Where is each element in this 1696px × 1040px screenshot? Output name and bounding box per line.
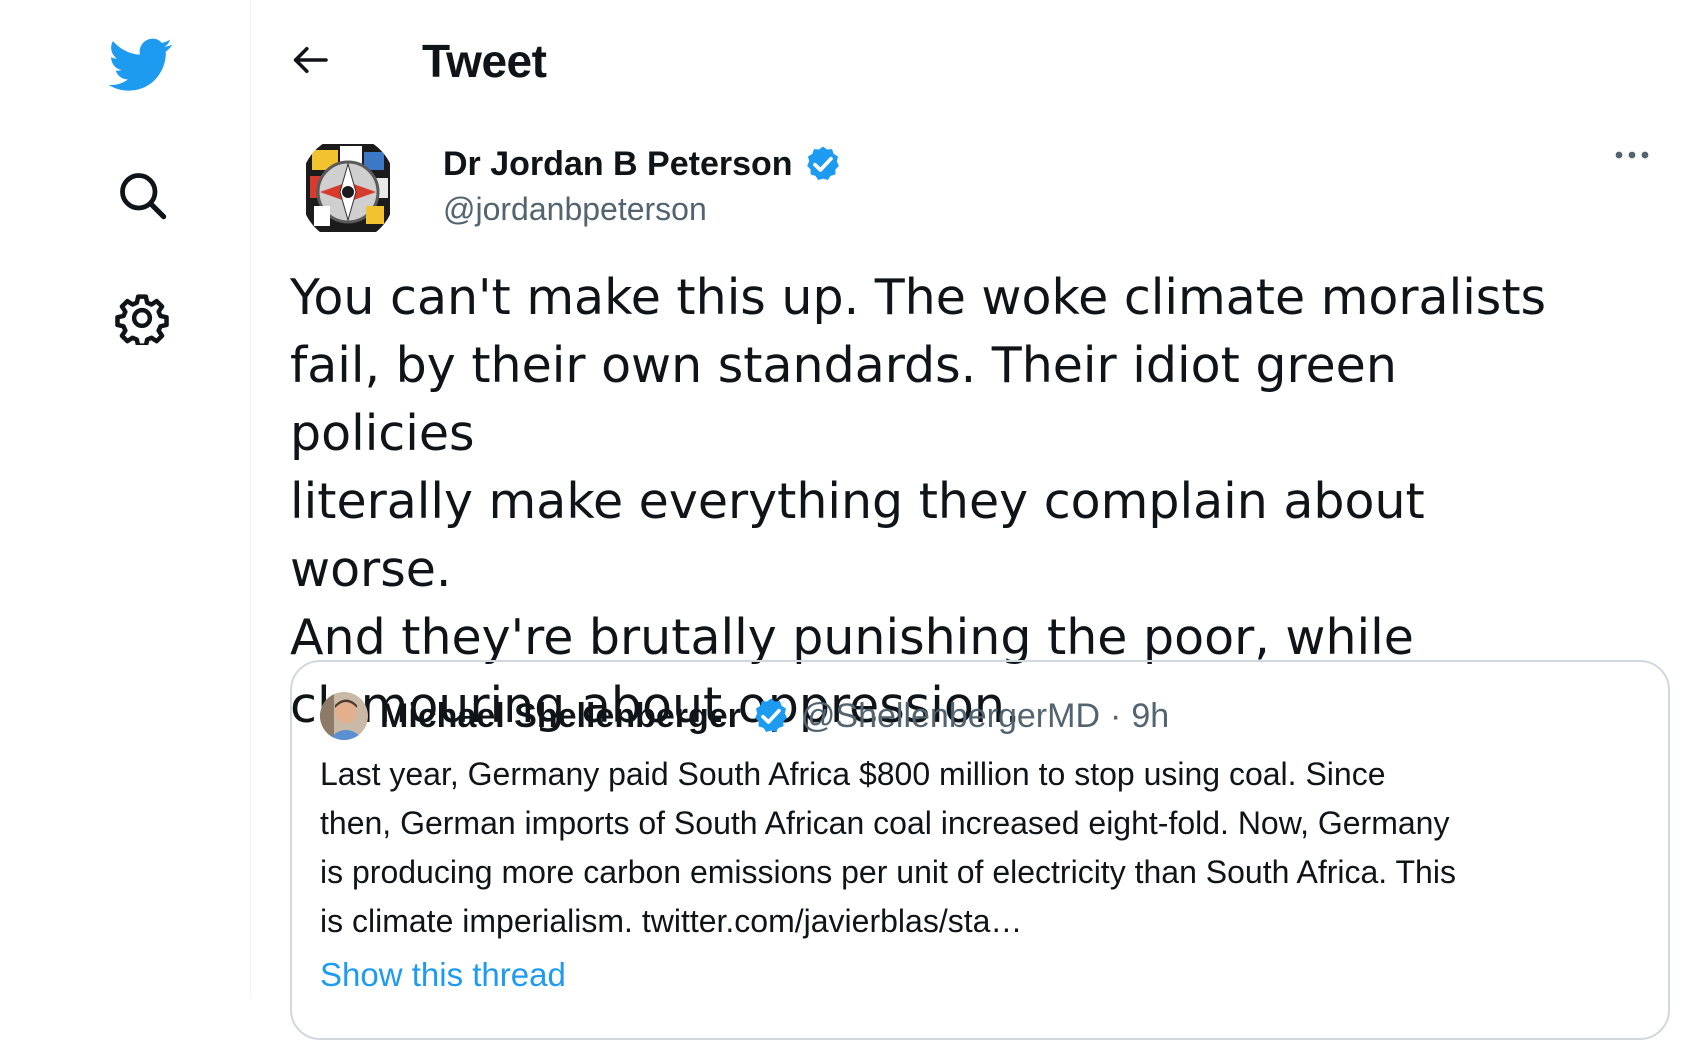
quote-text-line: is producing more carbon emissions per u… (320, 854, 1456, 890)
main-column: Tweet Dr Jordan B Peterson @jordanbpeter… (251, 0, 1696, 1040)
quote-text: Last year, Germany paid South Africa $80… (320, 750, 1650, 946)
author-handle[interactable]: @jordanbpeterson (443, 191, 707, 228)
avatar[interactable] (300, 136, 396, 242)
quote-timestamp: 9h (1131, 696, 1170, 735)
page-title: Tweet (422, 35, 547, 87)
show-thread-link[interactable]: Show this thread (320, 956, 566, 994)
verified-badge-icon (751, 696, 791, 736)
tweet-author: Dr Jordan B Peterson @jordanbpeterson (300, 136, 1690, 246)
quote-author-handle: @ShellenbergerMD (800, 696, 1100, 735)
quote-separator: · (1110, 696, 1122, 735)
quote-author-name: Michael Shellenberger (380, 696, 741, 735)
more-dots-icon (1614, 147, 1650, 165)
author-name[interactable]: Dr Jordan B Peterson (443, 144, 843, 184)
sidebar (0, 0, 251, 996)
tweet-text-line: literally make everything they complain … (290, 473, 1441, 598)
quote-text-line: then, German imports of South African co… (320, 805, 1450, 841)
tweet-text-line: fail, by their own standards. Their idio… (290, 337, 1413, 462)
search-icon (116, 169, 168, 226)
verified-badge-icon (803, 144, 843, 184)
back-button[interactable] (282, 38, 338, 86)
page-header: Tweet (251, 0, 1696, 120)
quote-header: Michael Shellenberger @ShellenbergerMD ·… (320, 692, 1169, 740)
search-button[interactable] (110, 165, 174, 229)
author-name-text: Dr Jordan B Peterson (443, 144, 793, 183)
twitter-logo-icon[interactable] (102, 30, 180, 100)
quote-avatar (320, 692, 368, 740)
quote-text-line: Last year, Germany paid South Africa $80… (320, 756, 1386, 792)
tweet-text-line: You can't make this up. The woke climate… (290, 269, 1547, 326)
quoted-tweet[interactable]: Michael Shellenberger @ShellenbergerMD ·… (290, 660, 1670, 1040)
quote-text-line: is climate imperialism. twitter.com/javi… (320, 903, 1023, 939)
back-arrow-icon (290, 44, 330, 81)
settings-button[interactable] (110, 288, 174, 352)
more-options-button[interactable] (1602, 136, 1662, 176)
gear-icon (115, 291, 169, 350)
